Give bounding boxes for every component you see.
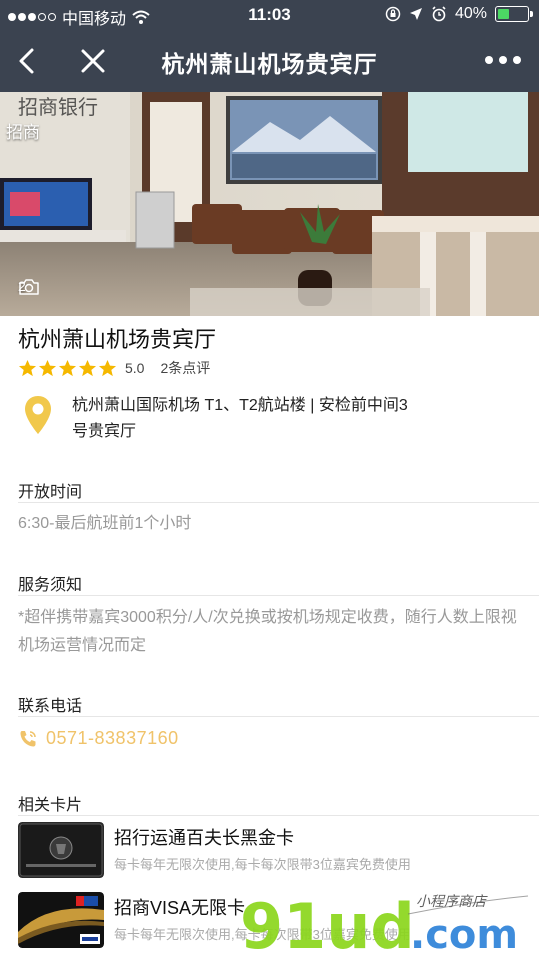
card-item[interactable]: 招行运通百夫长黑金卡 每卡每年无限次使用,每卡每次限带3位嘉宾免费使用: [18, 822, 518, 880]
orientation-lock-icon: [385, 6, 401, 22]
card-title: 招行运通百夫长黑金卡: [114, 828, 294, 848]
rating-score: 5.0: [125, 360, 145, 376]
star-icon: [78, 359, 97, 376]
hours-title: 开放时间: [18, 484, 83, 501]
star-icon: [38, 359, 57, 376]
alarm-icon: [432, 6, 446, 22]
notice-text: *超伴携带嘉宾3000积分/人/次兑换或按机场规定收费，随行人数上限视机场运营情…: [18, 609, 517, 654]
divider: [18, 815, 539, 816]
location-icon: [409, 8, 422, 20]
svg-text:.com: .com: [410, 912, 518, 958]
nav-bar: 杭州萧山机场贵宾厅: [0, 30, 539, 92]
watermark-logo: 91ud .com 小程序商店: [240, 890, 529, 960]
lounge-name: 杭州萧山机场贵宾厅: [18, 327, 217, 352]
phone-link[interactable]: 0571-83837160: [18, 728, 179, 749]
star-icon: [98, 359, 117, 376]
status-bar: 中国移动 11:03 40%: [0, 0, 539, 30]
divider: [18, 595, 539, 596]
lounge-photo-illustration: 招商银行: [0, 92, 539, 316]
photo-count[interactable]: 2: [18, 278, 39, 295]
card-title: 招商VISA无限卡: [114, 898, 246, 918]
card-desc: 每卡每年无限次使用,每卡每次限带3位嘉宾免费使用: [114, 857, 411, 872]
review-count[interactable]: 2条点评: [160, 358, 210, 378]
battery-icon: [495, 6, 533, 22]
contact-title: 联系电话: [18, 698, 83, 715]
address-text: 杭州萧山国际机场 T1、T2航站楼 | 安检前中间3号贵宾厅: [72, 397, 408, 440]
divider: [18, 716, 539, 717]
rating: 5.0 2条点评: [18, 358, 210, 378]
hours-text: 6:30-最后航班前1个小时: [18, 515, 192, 532]
notice-title: 服务须知: [18, 577, 83, 594]
card-image-visa-infinite: [18, 892, 104, 948]
phone-icon: [20, 730, 36, 746]
rating-stars: [18, 359, 117, 378]
cards-title: 相关卡片: [18, 797, 83, 814]
svg-text:91ud: 91ud: [240, 890, 415, 960]
divider: [18, 502, 539, 503]
phone-number[interactable]: 0571-83837160: [46, 728, 179, 749]
camera-icon: [19, 279, 39, 295]
star-icon: [58, 359, 77, 376]
card-image-amex-black: [18, 822, 104, 878]
star-icon: [18, 359, 37, 376]
more-icon[interactable]: [485, 56, 521, 64]
map-pin-icon: [25, 396, 51, 434]
bank-tag: 招商: [6, 123, 40, 142]
battery-percent: 40%: [454, 5, 487, 22]
page-title: 杭州萧山机场贵宾厅: [161, 51, 378, 77]
lounge-photo[interactable]: 招商银行 招商 2: [0, 92, 539, 316]
svg-text:招商银行: 招商银行: [18, 95, 98, 119]
